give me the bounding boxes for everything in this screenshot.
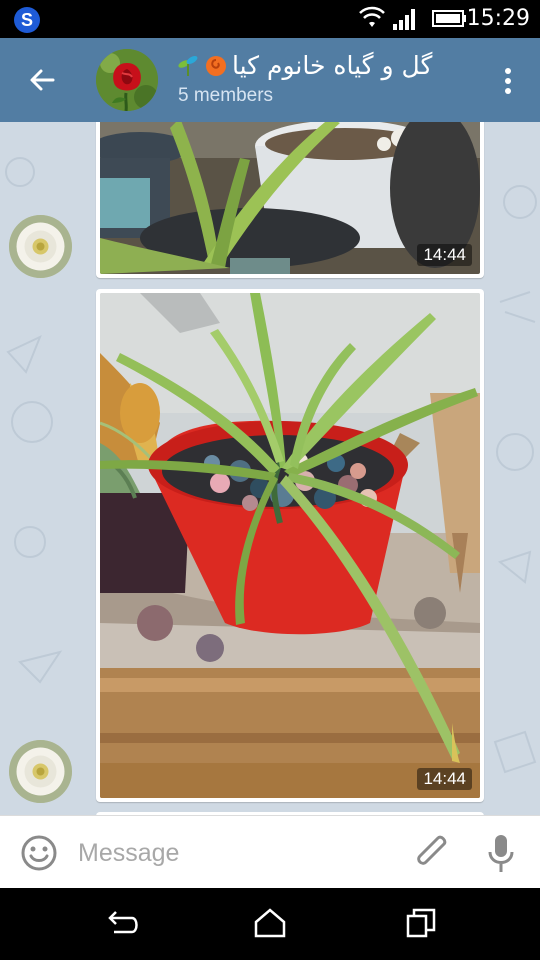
attach-button[interactable] xyxy=(412,832,452,874)
recents-nav-icon[interactable] xyxy=(404,906,438,940)
message-composer xyxy=(0,815,540,888)
chat-header: گل و گیاه خانوم کیا 5 members xyxy=(0,38,540,122)
signal-icon xyxy=(393,9,415,30)
app-s-icon: S xyxy=(14,7,40,33)
photo-message[interactable]: 14:44 xyxy=(96,122,484,278)
battery-icon xyxy=(432,10,466,27)
sender-avatar[interactable] xyxy=(9,740,72,803)
smiley-icon xyxy=(21,835,57,871)
rose-avatar-image xyxy=(96,49,158,111)
status-clock: 15:29 xyxy=(466,6,530,31)
group-title[interactable]: گل و گیاه خانوم کیا xyxy=(176,46,476,86)
paperclip-icon xyxy=(417,835,447,865)
more-menu-button[interactable] xyxy=(498,64,518,98)
back-nav-icon[interactable] xyxy=(104,908,140,940)
emoji-button[interactable] xyxy=(20,834,58,872)
home-nav-icon[interactable] xyxy=(252,906,288,940)
message-time: 14:44 xyxy=(417,244,472,266)
photo-message[interactable]: 14:44 xyxy=(96,289,484,802)
wifi-icon xyxy=(359,6,385,27)
group-name: گل و گیاه خانوم کیا xyxy=(232,51,433,80)
members-count: 5 members xyxy=(178,85,274,106)
microphone-icon xyxy=(488,835,514,872)
white-flower-avatar xyxy=(9,215,72,278)
back-button[interactable] xyxy=(22,58,62,102)
microphone-button[interactable] xyxy=(484,832,518,874)
more-vertical-icon xyxy=(498,68,518,94)
white-flower-avatar xyxy=(9,740,72,803)
message-input[interactable] xyxy=(78,834,398,872)
sender-avatar[interactable] xyxy=(9,215,72,278)
chat-area[interactable]: 14:44 14:44 xyxy=(0,122,540,815)
system-nav-bar xyxy=(0,888,540,960)
message-time: 14:44 xyxy=(417,768,472,790)
group-avatar[interactable] xyxy=(96,49,158,111)
arrow-left-icon xyxy=(30,69,55,91)
rose-emoji xyxy=(206,56,226,76)
aloe-red-pot-photo xyxy=(100,293,480,798)
sprout-emoji xyxy=(178,56,198,76)
status-bar: S 15:29 xyxy=(0,0,540,38)
